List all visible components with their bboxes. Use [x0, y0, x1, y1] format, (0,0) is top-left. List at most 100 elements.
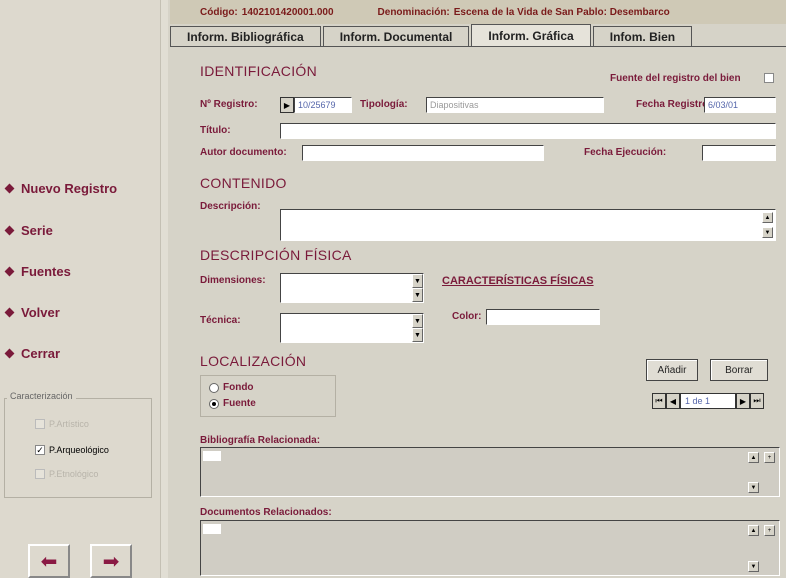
list-cell[interactable]: [203, 524, 221, 534]
checkbox-label: P.Artístico: [49, 419, 89, 429]
code-label: Código:: [200, 6, 238, 18]
scroll-up-icon[interactable]: ▲: [762, 212, 773, 223]
tab-grafica[interactable]: Inform. Gráfica: [471, 24, 591, 46]
play-icon[interactable]: ▶: [280, 97, 294, 113]
contenido-title: CONTENIDO: [200, 175, 287, 191]
nav-fuentes[interactable]: Fuentes: [4, 261, 71, 281]
bullet-icon: [4, 266, 15, 276]
checkbox-etnologico[interactable]: P.Etnológico: [35, 469, 98, 479]
nav-volver[interactable]: Volver: [4, 302, 60, 322]
documentos-list[interactable]: ▲ + ▼: [200, 520, 780, 576]
checkbox-artistico[interactable]: P.Artístico: [35, 419, 89, 429]
record-position: 1 de 1: [680, 393, 736, 409]
add-row-icon[interactable]: +: [764, 525, 775, 536]
radio-button[interactable]: [209, 398, 219, 409]
fecha-ejecucion-label: Fecha Ejecución:: [584, 147, 667, 158]
scroll-down-icon[interactable]: ▼: [748, 561, 759, 572]
titulo-label: Título:: [200, 125, 231, 136]
divider: [160, 0, 168, 578]
color-field[interactable]: [486, 309, 600, 325]
titulo-field[interactable]: [280, 123, 776, 139]
radio-button[interactable]: [209, 382, 219, 393]
checkbox-label: P.Etnológico: [49, 469, 99, 479]
bullet-icon: [4, 183, 15, 193]
caracterizacion-group: Caracterización P.Artístico ✓ P.Arqueoló…: [4, 391, 152, 498]
identificacion-title: IDENTIFICACIÓN: [200, 63, 317, 79]
list-cell[interactable]: [203, 451, 221, 461]
prev-record-button[interactable]: ⬅: [28, 544, 70, 578]
fuente-checkbox[interactable]: [764, 73, 774, 83]
registro-field[interactable]: 10/25679: [294, 97, 352, 113]
next-icon[interactable]: ▶: [736, 393, 750, 409]
caracteristicas-fisicas-link[interactable]: CARACTERÍSTICAS FÍSICAS: [442, 275, 594, 287]
radio-label: Fondo: [223, 382, 254, 393]
form-content: IDENTIFICACIÓN Fuente del registro del b…: [170, 46, 786, 578]
record-navigator: ⏮ ◀ 1 de 1 ▶ ⏭: [652, 393, 764, 409]
bullet-icon: [4, 225, 15, 235]
radio-fuente[interactable]: Fuente: [209, 398, 256, 409]
registro-control: ▶ 10/25679: [280, 97, 352, 113]
nav-label: Volver: [21, 304, 60, 320]
autor-label: Autor documento:: [200, 147, 287, 158]
dimensiones-label: Dimensiones:: [200, 275, 266, 286]
chevron-down-icon[interactable]: ▼: [412, 288, 423, 302]
checkbox-box[interactable]: ✓: [35, 445, 45, 455]
tipologia-field[interactable]: Diapositivas: [426, 97, 604, 113]
dimensiones-list[interactable]: ▼ ▼: [280, 273, 424, 303]
prev-icon[interactable]: ◀: [666, 393, 680, 409]
descripcion-label: Descripción:: [200, 201, 261, 212]
bibliografia-label: Bibliografía Relacionada:: [200, 435, 321, 446]
descripcion-fisica-title: DESCRIPCIÓN FÍSICA: [200, 247, 352, 263]
arrow-left-icon: ⬅: [40, 550, 58, 573]
descripcion-textarea[interactable]: ▲ ▼: [280, 209, 776, 241]
tab-bien[interactable]: Infom. Bien: [592, 26, 693, 46]
chevron-down-icon[interactable]: ▼: [412, 328, 423, 342]
checkbox-box[interactable]: [35, 419, 45, 429]
autor-field[interactable]: [302, 145, 544, 161]
bullet-icon: [4, 307, 15, 317]
fecha-registro-field[interactable]: 6/03/01: [704, 97, 776, 113]
checkbox-arqueologico[interactable]: ✓ P.Arqueológico: [35, 445, 109, 455]
fecha-ejecucion-field[interactable]: [702, 145, 776, 161]
denom-label: Denominación:: [377, 6, 450, 18]
radio-fondo[interactable]: Fondo: [209, 382, 254, 393]
radio-label: Fuente: [223, 398, 256, 409]
nav-cerrar[interactable]: Cerrar: [4, 343, 61, 363]
caracterizacion-title: Caracterización: [7, 391, 76, 401]
scroll-down-icon[interactable]: ▼: [748, 482, 759, 493]
denom-value: Escena de la Vida de San Pablo: Desembar…: [453, 6, 670, 18]
nav-label: Fuentes: [21, 263, 71, 279]
fecha-registro-label: Fecha Registro:: [636, 99, 712, 110]
nav-nuevo-registro[interactable]: Nuevo Registro: [4, 178, 117, 198]
nav-label: Cerrar: [21, 345, 61, 361]
documentos-label: Documentos Relacionados:: [200, 507, 332, 518]
scroll-up-icon[interactable]: ▲: [748, 525, 759, 536]
checkbox-label: P.Arqueológico: [49, 445, 109, 455]
scroll-down-icon[interactable]: ▼: [762, 227, 773, 238]
chevron-down-icon[interactable]: ▼: [412, 274, 423, 288]
nav-label: Serie: [21, 222, 53, 238]
tab-bibliografica[interactable]: Inform. Bibliográfica: [170, 26, 321, 46]
tecnica-list[interactable]: ▼ ▼: [280, 313, 424, 343]
color-label: Color:: [452, 311, 482, 322]
add-row-icon[interactable]: +: [764, 452, 775, 463]
registro-label: Nº Registro:: [200, 99, 258, 110]
nav-serie[interactable]: Serie: [4, 220, 53, 240]
localizacion-group: Fondo Fuente: [200, 375, 336, 417]
add-button[interactable]: Añadir: [646, 359, 698, 381]
next-record-button[interactable]: ➡: [90, 544, 132, 578]
localizacion-title: LOCALIZACIÓN: [200, 353, 307, 369]
scroll-up-icon[interactable]: ▲: [748, 452, 759, 463]
tecnica-label: Técnica:: [200, 315, 241, 326]
checkbox-box[interactable]: [35, 469, 45, 479]
bibliografia-list[interactable]: ▲ + ▼: [200, 447, 780, 497]
tab-documental[interactable]: Inform. Documental: [322, 26, 470, 46]
last-record-icon[interactable]: ⏭: [750, 393, 764, 409]
delete-button[interactable]: Borrar: [710, 359, 768, 381]
chevron-down-icon[interactable]: ▼: [412, 314, 423, 328]
fuente-label: Fuente del registro del bien: [610, 73, 741, 84]
sidebar: Nuevo Registro Serie Fuentes Volver Cerr…: [0, 0, 160, 578]
bullet-icon: [4, 348, 15, 358]
first-record-icon[interactable]: ⏮: [652, 393, 666, 409]
tipologia-label: Tipología:: [360, 99, 408, 110]
